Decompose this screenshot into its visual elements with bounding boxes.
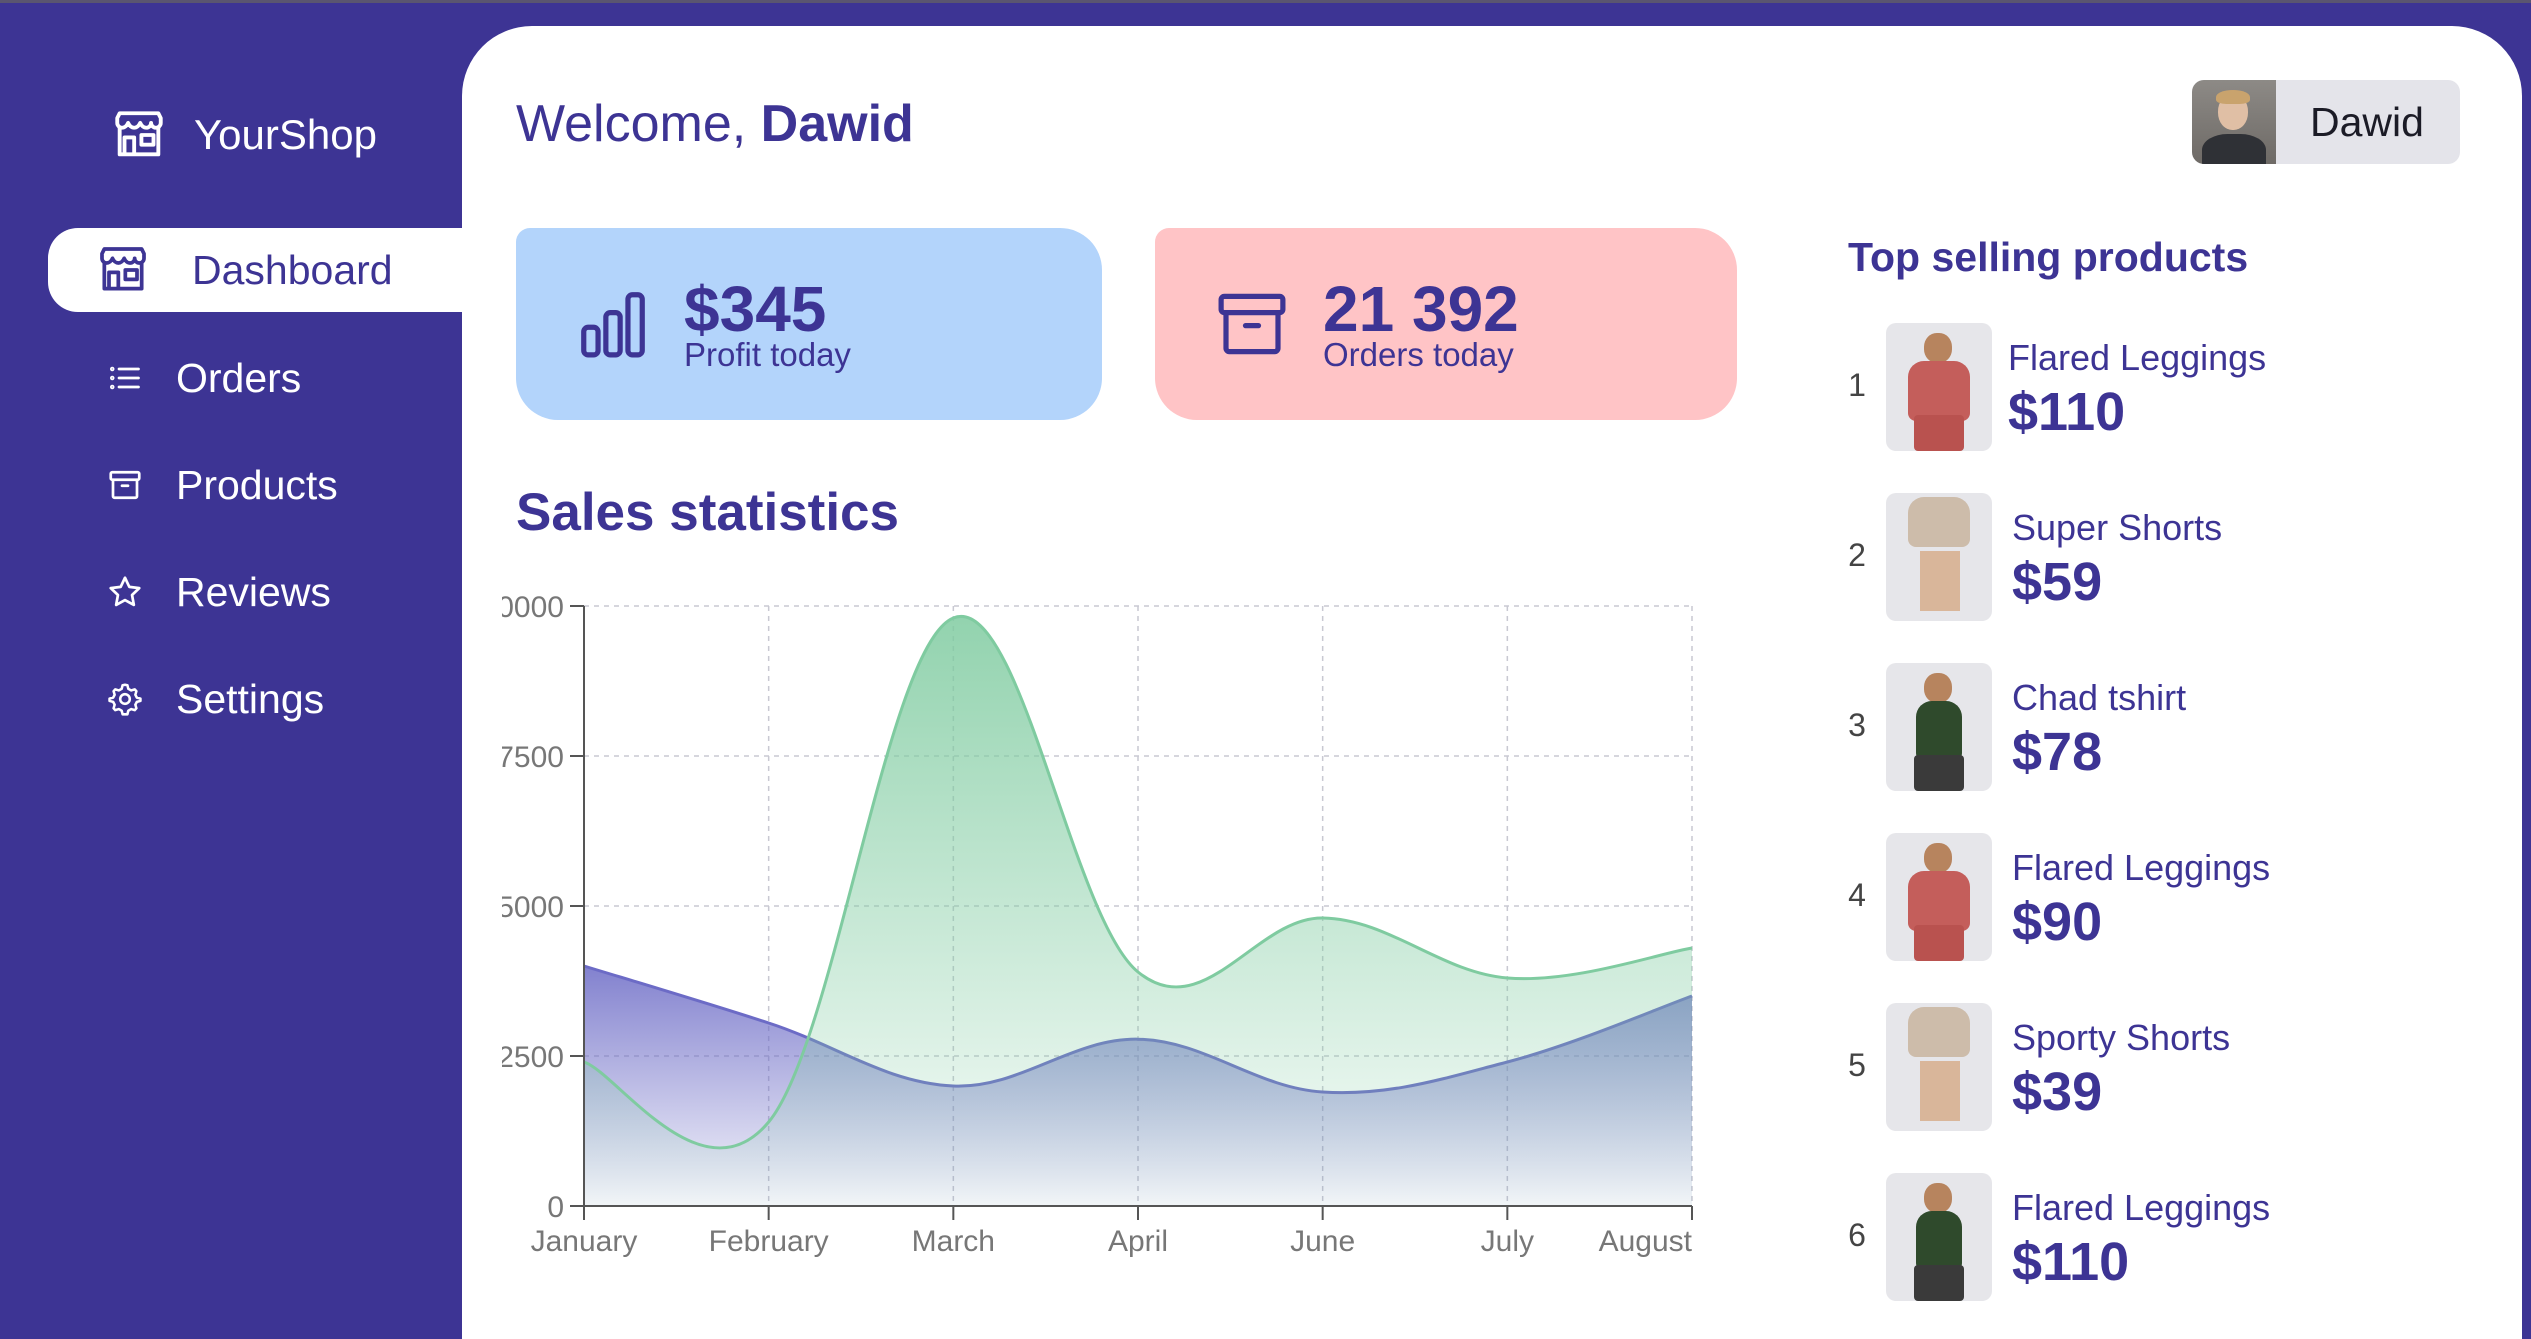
sales-chart: 0 2500 5000 7500 10000 January February March Ap… [502,591,1693,1258]
bar-chart-icon [574,285,652,363]
product-thumbnail [1886,1173,1992,1301]
orders-card: 21 392 Orders today [1155,228,1737,420]
x-tick-label: June [1290,1225,1355,1258]
product-item[interactable]: 1 Flared Leggings $110 [1842,323,2482,453]
store-icon [110,106,168,164]
sidebar-item-label: Orders [176,354,302,401]
list-icon [90,360,160,396]
welcome-prefix: Welcome, [516,95,761,153]
x-tick-label: August [1599,1225,1693,1258]
product-price: $110 [2012,1232,2130,1292]
x-tick-label: April [1108,1225,1168,1258]
product-name: Chad tshirt [2012,677,2187,718]
user-menu-button[interactable]: Dawid [2192,80,2460,164]
product-item[interactable]: 5 Sporty Shorts $39 [1842,1003,2482,1133]
archive-box-icon [90,467,160,503]
x-tick-label: March [912,1225,995,1258]
sidebar-item-dashboard[interactable]: Dashboard [48,228,462,312]
orders-value: 21 392 [1323,273,1519,345]
product-name: Super Shorts [2012,507,2223,548]
y-tick-label: 5000 [502,891,564,924]
product-thumbnail [1886,323,1992,451]
brand[interactable]: YourShop [110,100,377,170]
sidebar-item-products[interactable]: Products [48,443,462,527]
sidebar-item-settings[interactable]: Settings [48,657,462,741]
sidebar-item-label: Settings [176,675,325,722]
product-thumbnail [1886,1003,1992,1131]
product-item[interactable]: 4 Flared Leggings $90 [1842,833,2482,963]
product-name: Flared Leggings [2008,337,2267,378]
profit-value: $345 [684,273,827,345]
welcome-user-name: Dawid [760,95,914,153]
profit-card: $345 Profit today [516,228,1102,420]
y-tick-label: 7500 [502,741,564,774]
gear-icon [90,681,160,717]
y-tick-label: 2500 [502,1041,564,1074]
product-rank: 5 [1848,1047,1866,1083]
product-price: $78 [2012,722,2103,782]
sidebar-item-orders[interactable]: Orders [48,336,462,420]
product-rank: 4 [1848,877,1866,913]
x-tick-label: July [1481,1225,1534,1258]
avatar [2192,80,2276,164]
product-item[interactable]: 6 Flared Leggings $110 [1842,1173,2482,1303]
star-icon [90,574,160,610]
product-price: $39 [2012,1062,2103,1122]
sidebar-item-label: Products [176,461,338,508]
product-price: $110 [2008,382,2126,442]
y-tick-label: 10000 [502,591,564,624]
sidebar-item-label: Reviews [176,568,331,615]
product-thumbnail [1886,833,1992,961]
sidebar-item-reviews[interactable]: Reviews [48,550,462,634]
user-name: Dawid [2310,98,2424,145]
product-price: $90 [2012,892,2103,952]
brand-name: YourShop [194,111,377,158]
y-tick-label: 0 [547,1191,564,1224]
product-price: $59 [2012,552,2103,612]
product-name: Sporty Shorts [2012,1017,2231,1058]
archive-box-icon [1213,285,1291,363]
sidebar-item-label: Dashboard [192,246,393,293]
product-rank: 3 [1848,707,1866,743]
x-tick-label: February [709,1225,829,1258]
orders-label: Orders today [1323,336,1514,373]
product-item[interactable]: 2 Super Shorts $59 [1842,493,2482,623]
profit-label: Profit today [684,336,851,373]
product-name: Flared Leggings [2012,847,2271,888]
product-item[interactable]: 3 Chad tshirt $78 [1842,663,2482,793]
store-icon [88,242,158,298]
product-rank: 1 [1848,367,1866,403]
top-products-title: Top selling products [1848,234,2249,280]
sidebar: YourShop Dashboard Orders Products Revie… [0,0,462,1339]
product-name: Flared Leggings [2012,1187,2271,1228]
x-tick-label: January [531,1225,638,1258]
page-title: Welcome, Dawid [516,94,914,154]
product-thumbnail [1886,663,1992,791]
main-panel: Welcome, Dawid Dawid $345 Profit today 2… [462,26,2522,1339]
product-thumbnail [1886,493,1992,621]
product-rank: 2 [1848,537,1866,573]
sales-statistics-title: Sales statistics [516,483,900,542]
product-rank: 6 [1848,1217,1866,1253]
